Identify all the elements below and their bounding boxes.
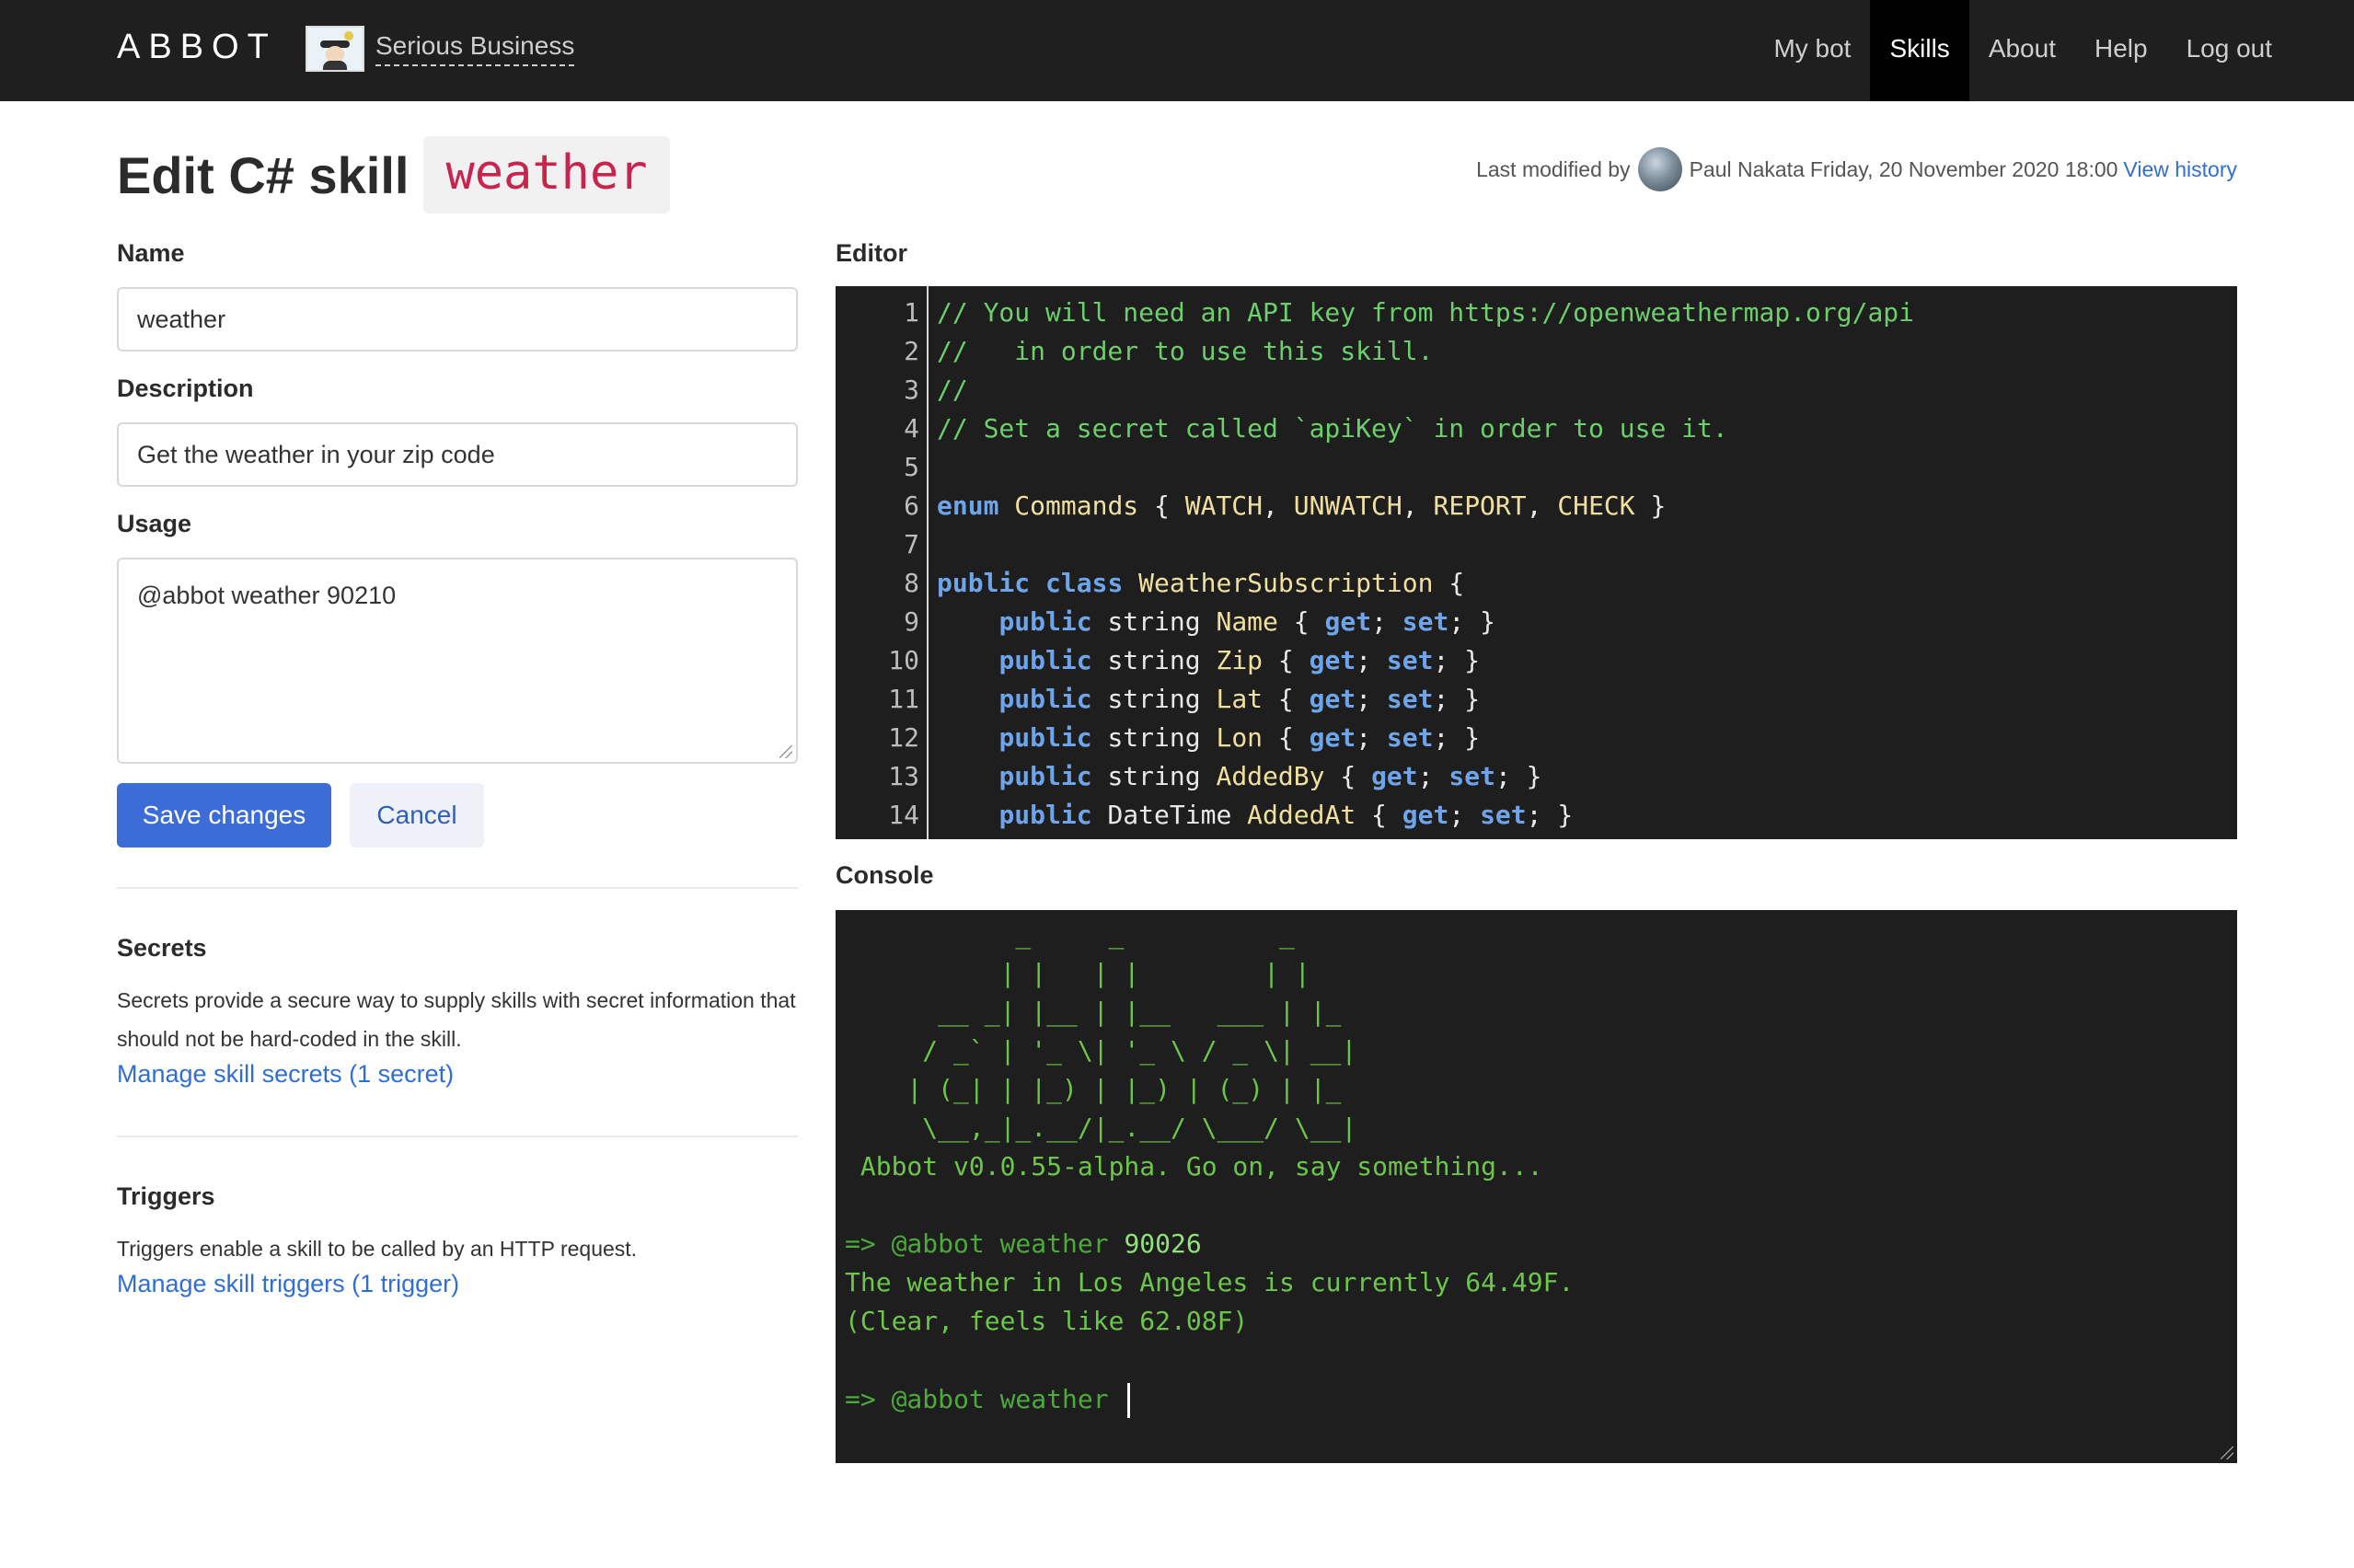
console-ascii-line: \__,_|_.__/|_.__/ \___/ \__| [845, 1113, 1357, 1143]
nav-item-my-bot[interactable]: My bot [1754, 0, 1870, 101]
view-history-link[interactable]: View history [2123, 157, 2237, 182]
console-ascii-line: | (_| | |_) | |_) | (_) | |_ [845, 1074, 1357, 1104]
code-line: public string Lon { get; set; } [998, 722, 1481, 753]
line-number: 4 [904, 413, 919, 444]
org-switcher[interactable]: Serious Business [306, 26, 575, 72]
console-banner: Abbot v0.0.55-alpha. Go on, say somethin… [845, 1151, 1543, 1182]
code-line: // [937, 375, 968, 405]
console-terminal[interactable]: _ _ _ | | | | | | __ _| |__ | |__ ___ | … [836, 910, 2237, 1463]
triggers-description: Triggers enable a skill to be called by … [117, 1237, 638, 1261]
line-number: 14 [888, 800, 919, 830]
line-number: 7 [904, 529, 919, 559]
line-number: 8 [904, 568, 919, 598]
code-line: // in order to use this skill. [937, 336, 1434, 366]
console-ascii-line: / _` | '_ \| '_ \ / _ \| __| [845, 1035, 1357, 1066]
code-line: public string Lat { get; set; } [998, 684, 1481, 714]
modified-date: Friday, 20 November 2020 18:00 [1809, 156, 2118, 181]
line-number: 9 [904, 606, 919, 637]
line-number: 11 [888, 684, 919, 714]
page-header: Edit C# skill weather [117, 136, 670, 213]
console-ascii-line: | | | | | | [845, 958, 1342, 988]
nav-item-help[interactable]: Help [2075, 0, 2167, 101]
console-command: => @abbot weather 90026 [845, 1228, 1202, 1259]
modified-user: Paul Nakata [1689, 156, 1805, 181]
code-line: enum Commands { WATCH, UNWATCH, REPORT, … [937, 490, 1667, 521]
console-ascii-line: _ _ _ [845, 919, 1342, 950]
code-line: public string Zip { get; set; } [998, 645, 1481, 675]
last-modified-info: Last modified by Paul Nakata Friday, 20 … [1476, 147, 2237, 191]
org-avatar [306, 26, 364, 72]
line-number: 12 [888, 722, 919, 753]
code-line: public string Name { get; set; } [998, 606, 1495, 637]
manage-triggers-link[interactable]: Manage skill triggers (1 trigger) [117, 1270, 459, 1298]
name-label: Name [117, 239, 185, 267]
user-avatar [1637, 147, 1682, 191]
usage-label: Usage [117, 510, 192, 537]
line-number: 2 [904, 336, 919, 366]
skill-name-badge: weather [423, 136, 670, 213]
console-response: The weather in Los Angeles is currently … [845, 1267, 1575, 1297]
secrets-description: Secrets provide a secure way to supply s… [117, 988, 796, 1051]
line-number: 1 [904, 297, 919, 328]
description-input[interactable]: Get the weather in your zip code [117, 422, 798, 487]
console-input-line[interactable]: => @abbot weather [845, 1383, 1131, 1418]
manage-secrets-link[interactable]: Manage skill secrets (1 secret) [117, 1060, 454, 1089]
line-number: 3 [904, 375, 919, 405]
code-line: // Set a secret called `apiKey` in order… [937, 413, 1728, 444]
description-label: Description [117, 375, 254, 402]
line-number: 6 [904, 490, 919, 521]
nav-item-log-out[interactable]: Log out [2167, 0, 2291, 101]
divider [117, 1136, 798, 1137]
top-navbar: ABBOT Serious Business My bot Skills Abo… [0, 0, 2354, 101]
nav-item-about[interactable]: About [1969, 0, 2075, 101]
console-label: Console [836, 861, 934, 889]
code-line: public string AddedBy { get; set; } [998, 761, 1542, 791]
line-number-gutter: 1 2 3 4 5 6 7 8 9 10 11 12 13 14 [836, 286, 929, 839]
code-line: // You will need an API key from https:/… [937, 297, 1915, 328]
name-input[interactable]: weather [117, 287, 798, 352]
code-editor[interactable]: 1 2 3 4 5 6 7 8 9 10 11 12 13 14 // You will need an … [836, 286, 2237, 839]
line-number: 10 [888, 645, 919, 675]
brand-logo[interactable]: ABBOT [117, 28, 277, 67]
divider [117, 887, 798, 889]
org-name[interactable]: Serious Business [375, 31, 575, 66]
save-changes-button[interactable]: Save changes [117, 783, 331, 847]
code-line: public class WeatherSubscription { [937, 568, 1465, 598]
cancel-button[interactable]: Cancel [350, 783, 484, 847]
usage-text: @abbot weather 90210 [137, 582, 397, 609]
line-number: 5 [904, 452, 919, 482]
nav-menu: My bot Skills About Help Log out [1754, 0, 2291, 101]
triggers-heading: Triggers [117, 1182, 215, 1210]
editor-label: Editor [836, 239, 907, 267]
console-response: (Clear, feels like 62.08F) [845, 1306, 1249, 1336]
resize-handle-icon[interactable] [2221, 1447, 2233, 1459]
usage-textarea[interactable]: @abbot weather 90210 [117, 558, 798, 764]
text-cursor [1127, 1383, 1131, 1418]
code-line: public DateTime AddedAt { get; set; } [998, 800, 1574, 830]
nav-item-skills[interactable]: Skills [1870, 0, 1969, 101]
resize-handle-icon[interactable] [779, 745, 792, 758]
console-ascii-line: __ _| |__ | |__ ___ | |_ [845, 997, 1357, 1027]
page-title: Edit C# skill [117, 145, 410, 204]
secrets-heading: Secrets [117, 934, 207, 962]
modified-prefix: Last modified by [1476, 156, 1631, 181]
line-number: 13 [888, 761, 919, 791]
